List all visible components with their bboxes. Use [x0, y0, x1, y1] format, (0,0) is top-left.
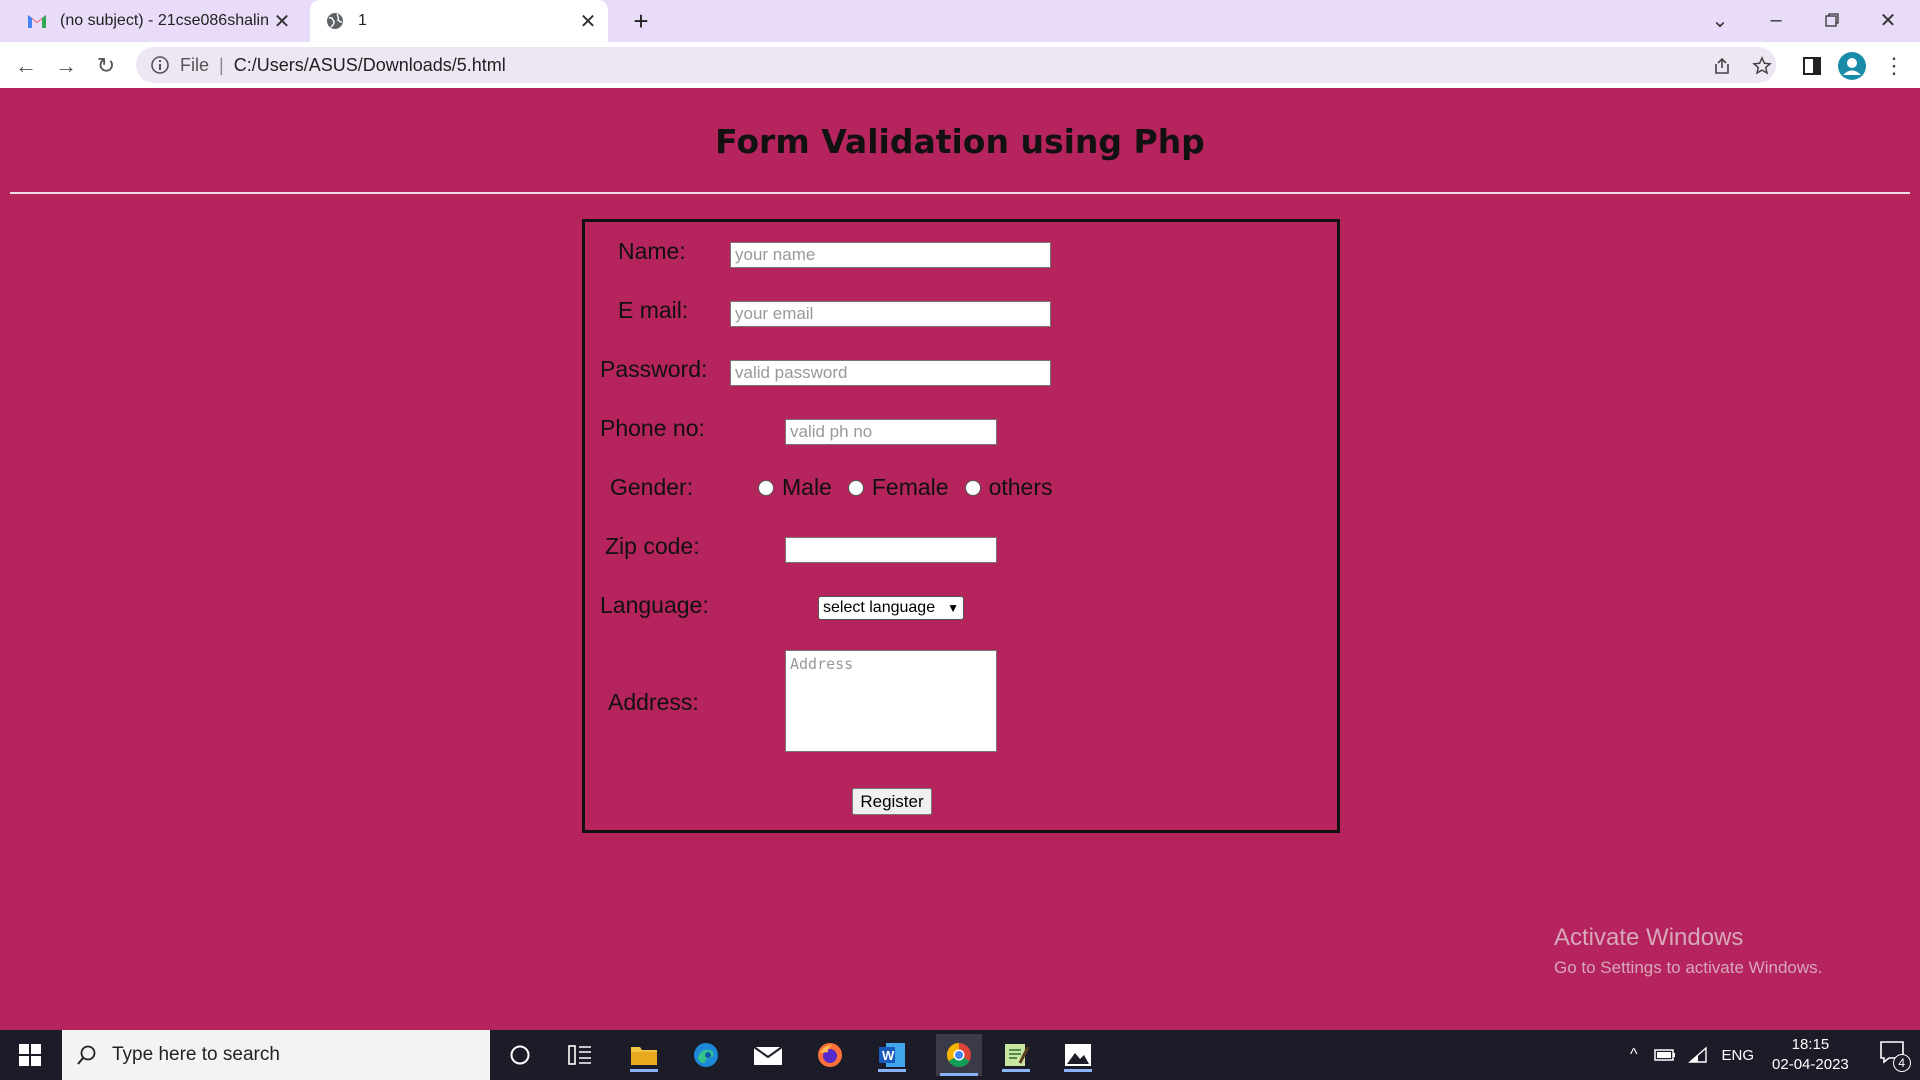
chevron-down-icon: ▼ [947, 601, 959, 615]
bookmark-star-icon[interactable] [1744, 48, 1780, 84]
password-label: Password: [600, 356, 708, 382]
file-explorer-icon[interactable] [626, 1038, 662, 1072]
back-icon[interactable]: ← [8, 48, 44, 84]
svg-text:W: W [882, 1048, 895, 1063]
chevron-up-icon[interactable]: ^ [1630, 1046, 1638, 1064]
tab-title: 1 [358, 12, 367, 29]
page-content: Form Validation using Php Name: your nam… [0, 88, 1920, 1030]
search-icon [77, 1045, 96, 1065]
running-indicator [630, 1069, 658, 1072]
activate-windows-subtitle: Go to Settings to activate Windows. [1554, 958, 1823, 977]
gender-female-label: Female [871, 474, 949, 500]
minimize-button[interactable]: – [1748, 0, 1804, 40]
horizontal-rule [10, 192, 1910, 194]
gender-others-radio[interactable] [964, 479, 981, 496]
clock-date: 02-04-2023 [1772, 1056, 1849, 1073]
gmail-icon [26, 10, 48, 32]
system-tray: ^ ENG 18:15 02-04-2023 4 [1630, 1030, 1911, 1080]
email-label: E mail: [618, 297, 689, 323]
input-language[interactable]: ENG [1722, 1047, 1755, 1064]
new-tab-button[interactable]: + [624, 4, 658, 38]
activate-windows-title: Activate Windows [1554, 924, 1744, 951]
running-indicator [878, 1069, 906, 1072]
edge-icon[interactable] [688, 1038, 724, 1072]
running-indicator [1002, 1069, 1030, 1072]
close-window-button[interactable]: ✕ [1860, 0, 1916, 40]
address-scheme: File [180, 54, 210, 75]
menu-kebab-icon[interactable]: ⋮ [1876, 48, 1912, 84]
windows-taskbar: Type here to search W ^ ENG 18:15 02-04-… [0, 1030, 1920, 1080]
tab-gmail[interactable]: (no subject) - 21cse086shalini@g ✕ [12, 0, 302, 42]
notification-badge: 4 [1892, 1054, 1911, 1072]
name-input[interactable]: your name [730, 242, 1051, 268]
globe-icon [324, 10, 346, 32]
firefox-icon[interactable] [812, 1038, 848, 1072]
mail-icon[interactable] [750, 1038, 786, 1072]
tab-title: (no subject) - 21cse086shalini@g [60, 12, 268, 29]
reload-icon[interactable]: ↻ [88, 48, 124, 84]
gender-radio-group: Male Female others [758, 474, 1053, 501]
email-input[interactable]: your email [730, 301, 1051, 327]
phone-label: Phone no: [600, 415, 705, 441]
cortana-icon[interactable] [502, 1038, 538, 1072]
clock-time: 18:15 [1791, 1036, 1830, 1053]
side-panel-icon[interactable] [1794, 48, 1830, 84]
browser-toolbar: ← → ↻ File | C:/Users/ASUS/Downloads/5.h… [0, 42, 1920, 88]
gender-label: Gender: [610, 474, 694, 500]
notification-center-icon[interactable]: 4 [1879, 1040, 1911, 1072]
phone-input[interactable]: valid ph no [785, 419, 997, 445]
running-indicator [940, 1073, 978, 1076]
gender-male-label: Male [782, 474, 832, 500]
profile-avatar[interactable] [1834, 48, 1870, 84]
task-view-icon[interactable] [562, 1038, 598, 1072]
page-title: Form Validation using Php [715, 122, 1205, 161]
address-bar[interactable]: File | C:/Users/ASUS/Downloads/5.html [136, 47, 1776, 83]
running-indicator [1064, 1069, 1092, 1072]
gender-others-label: others [988, 474, 1053, 500]
taskbar-search-box[interactable]: Type here to search [62, 1030, 490, 1080]
taskbar-search-placeholder: Type here to search [112, 1044, 280, 1065]
notepad-plus-icon[interactable] [998, 1038, 1034, 1072]
address-textarea[interactable]: Address [785, 650, 997, 752]
wifi-icon[interactable] [1687, 1046, 1708, 1064]
tab-current[interactable]: 1 ✕ [310, 0, 608, 42]
chrome-icon[interactable] [936, 1034, 982, 1076]
address-separator: | [219, 54, 224, 75]
zip-label: Zip code: [605, 533, 700, 559]
restore-button[interactable] [1804, 0, 1860, 40]
word-icon[interactable]: W [874, 1038, 910, 1072]
battery-icon[interactable] [1653, 1048, 1676, 1062]
share-icon[interactable] [1704, 48, 1740, 84]
gender-male-radio[interactable] [758, 479, 774, 496]
tab-search-icon[interactable]: ⌄ [1692, 0, 1748, 40]
close-tab-icon[interactable]: ✕ [574, 7, 602, 35]
info-icon[interactable] [150, 55, 170, 75]
password-input[interactable]: valid password [730, 360, 1051, 386]
close-tab-icon[interactable]: ✕ [268, 7, 296, 35]
language-label: Language: [600, 592, 709, 618]
language-select[interactable]: select language ▼ [818, 596, 964, 620]
zip-input[interactable] [785, 537, 997, 563]
name-label: Name: [618, 238, 686, 264]
registration-form: Name: your name E mail: your email Passw… [582, 219, 1340, 833]
language-select-value: select language [823, 599, 936, 616]
register-button[interactable]: Register [852, 788, 932, 815]
browser-tab-strip: (no subject) - 21cse086shalini@g ✕ 1 ✕ +… [0, 0, 1920, 42]
photos-icon[interactable] [1060, 1038, 1096, 1072]
clock[interactable]: 18:15 02-04-2023 [1772, 1035, 1849, 1075]
windows-start-icon[interactable] [12, 1038, 48, 1072]
address-label: Address: [608, 689, 699, 715]
address-text: C:/Users/ASUS/Downloads/5.html [233, 54, 506, 75]
gender-female-radio[interactable] [847, 479, 864, 496]
forward-icon[interactable]: → [48, 48, 84, 84]
